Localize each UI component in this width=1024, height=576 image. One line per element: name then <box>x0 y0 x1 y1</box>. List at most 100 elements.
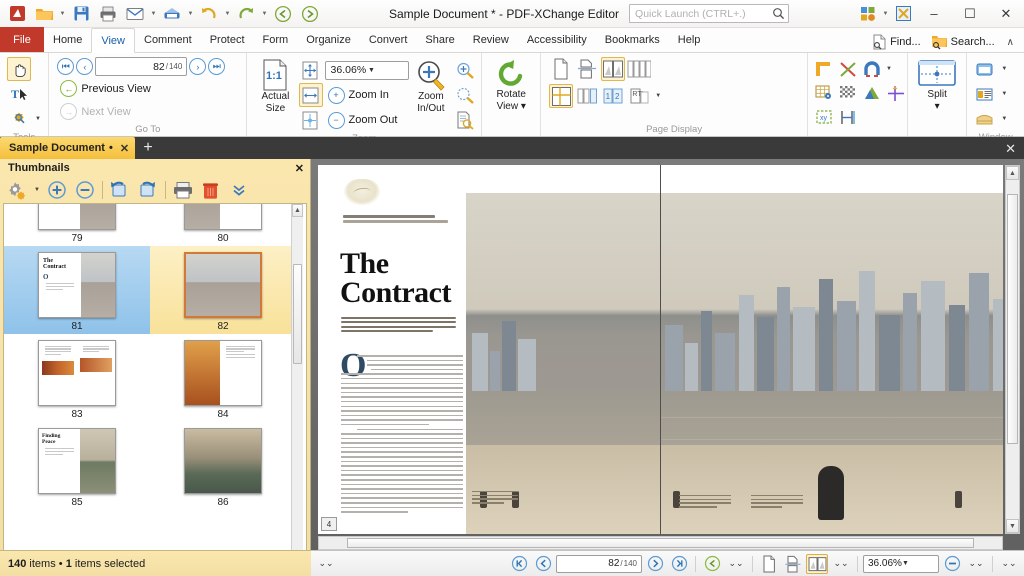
scan-button[interactable] <box>159 2 185 26</box>
tab-help[interactable]: Help <box>669 27 710 52</box>
status-two-pages-button[interactable] <box>806 554 828 574</box>
color-management-button[interactable] <box>860 81 884 105</box>
document-tab-close-icon[interactable]: ✕ <box>117 142 129 155</box>
rotate-view-button[interactable]: Rotate View ▾ <box>486 57 536 114</box>
zoom-tool-button[interactable] <box>7 107 31 131</box>
thumbnail-cell-84[interactable]: 84 <box>150 334 296 422</box>
status-single-page-button[interactable] <box>758 554 780 574</box>
workspace-button[interactable] <box>973 107 997 131</box>
redo-button[interactable] <box>233 2 259 26</box>
fit-width-button[interactable] <box>299 83 323 107</box>
status-last-page-button[interactable] <box>668 554 690 574</box>
previous-page-button[interactable]: ‹ <box>76 58 93 75</box>
more-thumbnail-options-button[interactable] <box>226 179 252 202</box>
tab-form[interactable]: Form <box>254 27 298 52</box>
tab-comment[interactable]: Comment <box>135 27 201 52</box>
hand-tool-button[interactable] <box>7 57 31 81</box>
document-scroll-up-button[interactable]: ▲ <box>1006 166 1019 180</box>
status-next-page-button[interactable] <box>644 554 666 574</box>
split-button[interactable]: Split ▾ <box>912 57 962 114</box>
document-vertical-scrollbar[interactable]: ▲ ▼ <box>1005 165 1020 534</box>
tab-home[interactable]: Home <box>44 27 91 52</box>
page-number-input[interactable]: 82 / 140 <box>95 57 187 76</box>
tab-convert[interactable]: Convert <box>360 27 417 52</box>
tab-review[interactable]: Review <box>464 27 518 52</box>
chevron-down-icon[interactable]: ▼ <box>902 560 936 567</box>
status-page-input[interactable]: 82 / 140 <box>556 555 642 573</box>
two-pages-button[interactable] <box>601 57 625 81</box>
document-vscrollbar-thumb[interactable] <box>1007 194 1018 444</box>
tab-share[interactable]: Share <box>416 27 463 52</box>
page-transition-button[interactable]: 12 <box>601 84 625 108</box>
undo-dropdown[interactable]: ▼ <box>223 2 232 26</box>
document-horizontal-scrollbar[interactable] <box>318 536 1003 550</box>
save-button[interactable] <box>68 2 94 26</box>
chevron-down-icon[interactable]: ▼ <box>368 67 406 74</box>
thumbnail-cell-85[interactable]: FindingPeace 85 <box>4 422 150 510</box>
rotate-pages-right-button[interactable] <box>135 179 161 202</box>
first-page-button[interactable]: ⏮ <box>57 58 74 75</box>
single-page-continuous-button[interactable] <box>575 57 599 81</box>
maximize-button[interactable]: ☐ <box>952 0 988 27</box>
single-page-button[interactable] <box>549 57 573 81</box>
plugins-dropdown[interactable]: ▼ <box>881 2 890 26</box>
snapping-button[interactable] <box>860 57 884 81</box>
open-file-button[interactable] <box>31 2 57 26</box>
print-pages-button[interactable] <box>170 179 196 202</box>
find-button[interactable]: Find... <box>868 32 925 52</box>
last-page-button[interactable]: ⏭ <box>208 58 225 75</box>
tab-accessibility[interactable]: Accessibility <box>518 27 596 52</box>
email-dropdown[interactable]: ▼ <box>149 2 158 26</box>
status-zoom-out-button[interactable] <box>941 554 963 574</box>
collapse-ribbon-button[interactable]: ∧ <box>1001 37 1020 48</box>
quick-launch-input[interactable]: Quick Launch (CTRL+.) <box>629 4 789 23</box>
transparency-grid-button[interactable] <box>836 81 860 105</box>
zoom-out-button[interactable]: − Zoom Out <box>325 110 401 131</box>
loupe-tool-button[interactable] <box>453 108 477 132</box>
new-tab-button[interactable]: + <box>135 137 161 159</box>
status-view-history-dropdown[interactable]: ⌄⌄ <box>725 554 747 574</box>
back-button[interactable] <box>270 2 296 26</box>
show-grid-button[interactable] <box>812 81 836 105</box>
thumbnail-cell-80[interactable]: 80 <box>150 203 296 246</box>
rotate-pages-left-button[interactable] <box>107 179 133 202</box>
previous-view-button[interactable]: ← Previous View <box>57 78 154 99</box>
minimize-button[interactable]: – <box>916 0 952 27</box>
tab-organize[interactable]: Organize <box>297 27 360 52</box>
enlarge-thumbnails-button[interactable] <box>44 179 70 202</box>
next-page-button[interactable]: › <box>189 58 206 75</box>
status-zoom-dropdown[interactable]: ⌄⌄ <box>965 554 987 574</box>
new-window-dropdown[interactable]: ▼ <box>999 66 1009 72</box>
print-button[interactable] <box>95 2 121 26</box>
status-first-page-button[interactable] <box>508 554 530 574</box>
arrange-windows-button[interactable] <box>973 82 997 106</box>
fit-page-button[interactable] <box>299 58 323 82</box>
status-zoom-combobox[interactable]: 36.06% ▼ <box>863 555 939 573</box>
forward-button[interactable] <box>297 2 323 26</box>
marquee-zoom-button[interactable] <box>453 83 477 107</box>
thumbnail-cell-79[interactable]: 79 <box>4 203 150 246</box>
reduce-thumbnails-button[interactable] <box>72 179 98 202</box>
tab-protect[interactable]: Protect <box>201 27 254 52</box>
tab-bookmarks[interactable]: Bookmarks <box>596 27 669 52</box>
tab-view[interactable]: View <box>91 28 135 53</box>
document-tab-sample-document[interactable]: Sample Document • ✕ <box>0 137 135 159</box>
zoom-in-button[interactable]: + Zoom In <box>325 85 392 106</box>
next-view-button[interactable]: → Next View <box>57 101 133 122</box>
close-all-tabs-button[interactable]: ✕ <box>1005 141 1024 159</box>
status-more-right-button[interactable]: ⌄⌄ <box>998 554 1020 574</box>
undo-button[interactable] <box>196 2 222 26</box>
scan-dropdown[interactable]: ▼ <box>186 2 195 26</box>
workspace-dropdown[interactable]: ▼ <box>999 116 1009 122</box>
search-button[interactable]: Search... <box>927 32 999 52</box>
thumbnail-options-button[interactable] <box>4 179 30 202</box>
thumbnails-scrollbar-thumb[interactable] <box>293 264 302 364</box>
arrange-windows-dropdown[interactable]: ▼ <box>999 91 1009 97</box>
status-previous-view-button[interactable] <box>701 554 723 574</box>
redo-dropdown[interactable]: ▼ <box>260 2 269 26</box>
thumbnails-scroll-area[interactable]: 79 80 TheContract O <box>3 203 307 576</box>
delete-pages-button[interactable] <box>198 179 224 202</box>
thumbnails-close-icon[interactable]: ✕ <box>295 162 304 175</box>
thumbnails-scroll-up-button[interactable]: ▲ <box>292 204 303 217</box>
split-dropdown-caret[interactable]: ▾ <box>935 102 940 113</box>
